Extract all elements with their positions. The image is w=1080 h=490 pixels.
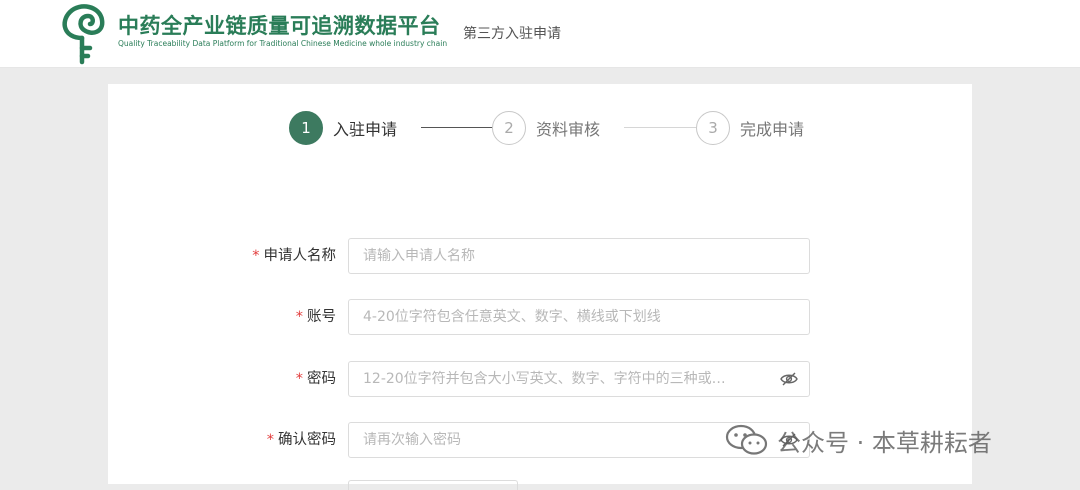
- step-2-label: 资料审核: [536, 120, 601, 139]
- confirm-password-label-text: 确认密码: [278, 432, 336, 448]
- watermark-text: 公众号 · 本草耕耘者: [777, 428, 992, 457]
- password-label: * 密码: [296, 361, 336, 397]
- required-mark: *: [295, 371, 303, 387]
- applicant-name-label-text: 申请人名称: [263, 248, 337, 264]
- next-field-partial: [348, 480, 518, 490]
- form-row-account: * 账号: [108, 299, 972, 335]
- step-1-label: 入驻申请: [333, 120, 398, 139]
- wechat-icon: [725, 424, 768, 455]
- account-input[interactable]: [348, 299, 810, 335]
- form-row-password: * 密码: [108, 361, 972, 397]
- step-3: 3 完成申请: [696, 111, 804, 145]
- password-input[interactable]: [348, 361, 810, 397]
- applicant-name-input[interactable]: [348, 238, 810, 274]
- top-header: 中药全产业链质量可追溯数据平台 Quality Traceability Dat…: [0, 0, 1080, 68]
- password-label-text: 密码: [307, 371, 336, 387]
- step-3-number: 3: [696, 111, 730, 145]
- account-label-text: 账号: [307, 309, 336, 325]
- step-1: 1 入驻申请: [289, 111, 397, 145]
- logo-icon: [62, 4, 105, 65]
- required-mark: *: [295, 309, 303, 325]
- required-mark: *: [266, 432, 274, 448]
- brand-title: 中药全产业链质量可追溯数据平台: [118, 14, 441, 38]
- eye-slash-icon[interactable]: [780, 371, 798, 387]
- required-mark: *: [252, 248, 260, 264]
- step-2-number: 2: [492, 111, 526, 145]
- applicant-name-label: * 申请人名称: [252, 238, 336, 274]
- page-tag: 第三方入驻申请: [463, 26, 561, 42]
- confirm-password-label: * 确认密码: [267, 422, 336, 458]
- watermark: 公众号 · 本草耕耘者: [725, 420, 992, 460]
- step-1-number: 1: [289, 111, 323, 145]
- step-connector-2: [624, 127, 696, 128]
- form-row-applicant-name: * 申请人名称: [108, 238, 972, 274]
- account-label: * 账号: [296, 299, 336, 335]
- brand-subtitle: Quality Traceability Data Platform for T…: [118, 39, 448, 48]
- step-connector-1: [421, 127, 493, 128]
- step-3-label: 完成申请: [740, 120, 805, 139]
- step-2: 2 资料审核: [492, 111, 600, 145]
